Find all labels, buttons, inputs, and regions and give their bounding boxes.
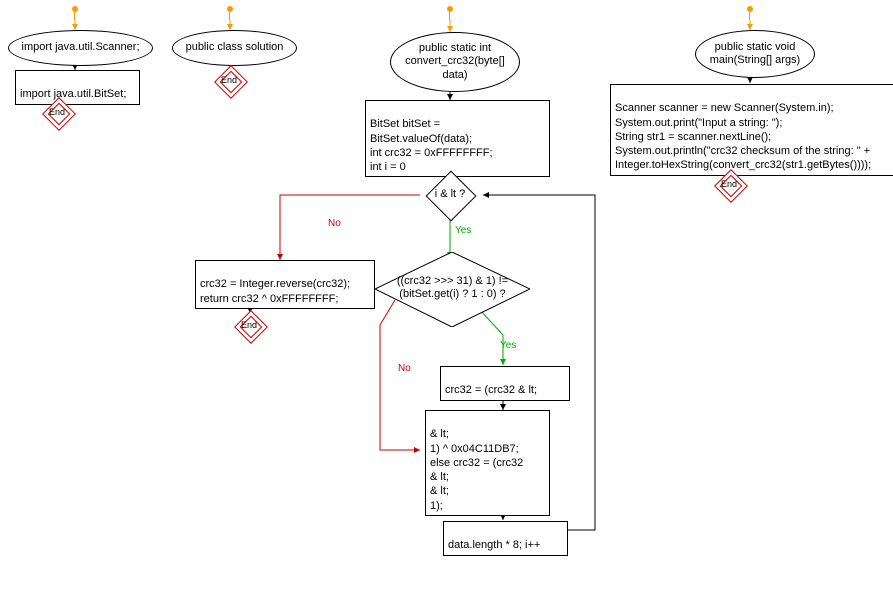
end-marker: End: [717, 172, 743, 198]
end-text: End: [49, 107, 65, 117]
node-else-block: & lt; 1) ^ 0x04C11DB7; else crc32 = (crc…: [425, 410, 550, 516]
node-import-scanner: import java.util.Scanner;: [8, 30, 153, 66]
end-text: End: [241, 320, 257, 330]
end-marker: End: [237, 313, 263, 339]
node-text: Scanner scanner = new Scanner(System.in)…: [615, 102, 871, 171]
node-main-body: Scanner scanner = new Scanner(System.in)…: [610, 84, 893, 176]
node-loop-inc: data.length * 8; i++: [443, 521, 568, 556]
node-text: public static void main(String[] args): [700, 41, 810, 67]
node-text: BitSet bitSet = BitSet.valueOf(data); in…: [370, 118, 493, 173]
start-marker: [745, 6, 755, 20]
node-text: data.length * 8; i++: [448, 539, 540, 551]
node-method-main: public static void main(String[] args): [695, 30, 815, 78]
node-class-decl: public class solution: [172, 30, 297, 66]
edge-label-no: No: [328, 218, 341, 229]
node-no-branch: crc32 = Integer.reverse(crc32); return c…: [195, 260, 375, 309]
start-marker: [225, 6, 235, 20]
start-marker: [445, 6, 455, 20]
edge-label-yes: Yes: [455, 225, 471, 236]
node-cond-i: i & lt ?: [420, 175, 480, 215]
node-text: crc32 = Integer.reverse(crc32); return c…: [200, 278, 350, 304]
edge-label-no: No: [398, 363, 411, 374]
end-text: End: [221, 75, 237, 85]
node-init-block: BitSet bitSet = BitSet.valueOf(data); in…: [365, 100, 550, 177]
node-method-convert: public static int convert_crc32(byte[] d…: [390, 32, 520, 92]
node-text: crc32 = (crc32 & lt;: [445, 384, 537, 396]
node-text: public class solution: [186, 41, 284, 54]
end-marker: End: [217, 68, 243, 94]
end-marker: End: [45, 100, 71, 126]
end-text: End: [721, 179, 737, 189]
node-text: ((crc32 >>> 31) & 1) != (bitSet.get(i) ?…: [395, 275, 510, 301]
node-text: i & lt ?: [428, 188, 472, 201]
start-marker: [70, 6, 80, 20]
node-text: import java.util.Scanner;: [22, 41, 140, 54]
node-text: & lt; 1) ^ 0x04C11DB7; else crc32 = (crc…: [430, 428, 523, 511]
node-cond-bit: ((crc32 >>> 31) & 1) != (bitSet.get(i) ?…: [375, 252, 530, 327]
node-text: public static int convert_crc32(byte[] d…: [395, 42, 515, 82]
node-text: import java.util.BitSet;: [20, 88, 126, 100]
node-yes-assign: crc32 = (crc32 & lt;: [440, 366, 570, 401]
node-import-bitset: import java.util.BitSet;: [15, 70, 140, 105]
edge-label-yes: Yes: [500, 340, 516, 351]
